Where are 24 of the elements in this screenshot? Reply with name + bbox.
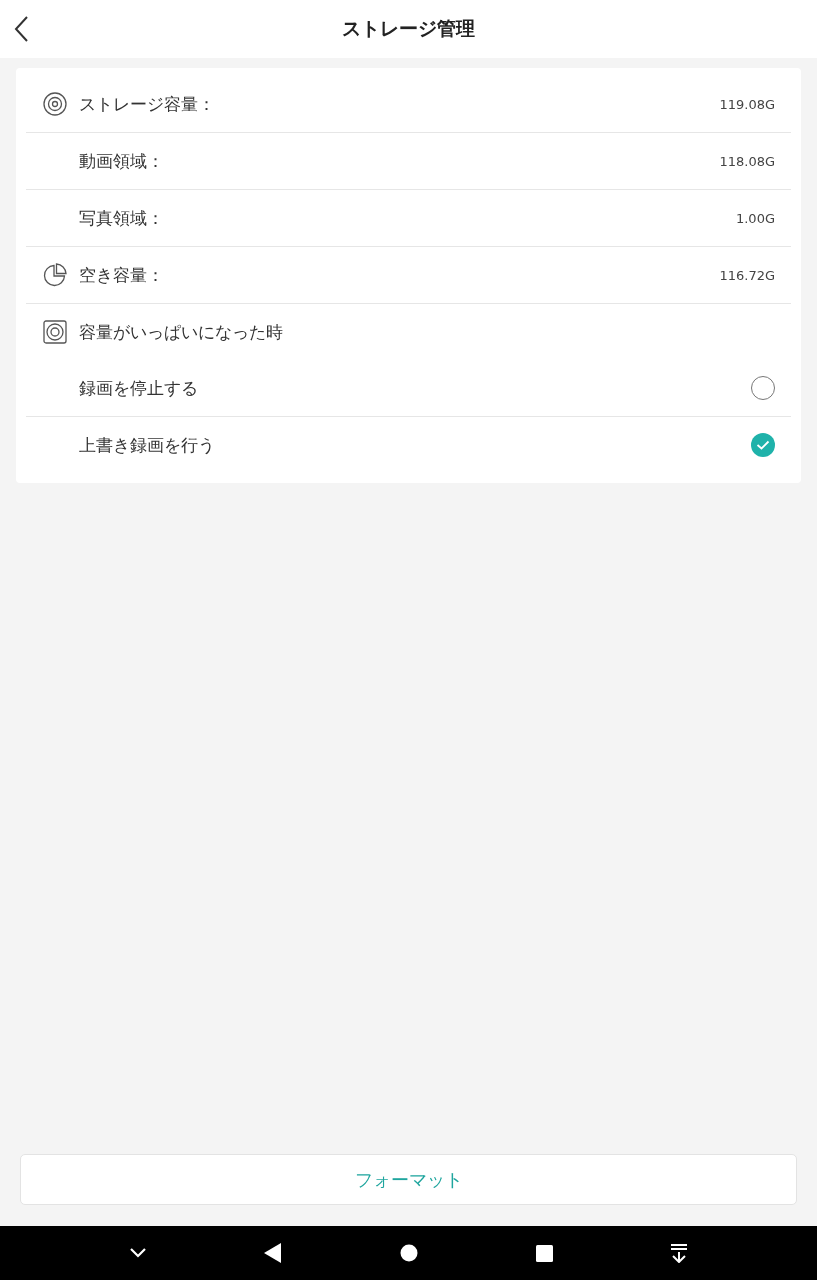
home-icon[interactable] bbox=[400, 1244, 418, 1262]
disc-icon bbox=[43, 92, 67, 116]
storage-label: 動画領域： bbox=[79, 149, 165, 173]
speaker-icon bbox=[43, 320, 67, 344]
page-title: ストレージ管理 bbox=[342, 16, 475, 41]
back-icon[interactable] bbox=[264, 1243, 283, 1263]
radio-button[interactable] bbox=[751, 433, 775, 457]
recents-icon[interactable] bbox=[535, 1244, 553, 1262]
storage-value: 116.72G bbox=[719, 267, 775, 283]
pie-chart-icon bbox=[43, 263, 67, 287]
radio-button[interactable] bbox=[751, 376, 775, 400]
option-label: 録画を停止する bbox=[79, 376, 199, 400]
option-label: 上書き録画を行う bbox=[79, 433, 216, 457]
chevron-down-icon[interactable] bbox=[128, 1247, 147, 1259]
section-heading: 容量がいっぱいになった時 bbox=[79, 320, 284, 344]
storage-value: 118.08G bbox=[719, 153, 775, 169]
storage-label: 写真領域： bbox=[79, 206, 165, 230]
storage-label: ストレージ容量： bbox=[79, 92, 216, 116]
format-button[interactable]: フォーマット bbox=[20, 1154, 797, 1205]
storage-value: 1.00G bbox=[735, 210, 775, 226]
notification-pull-icon[interactable] bbox=[670, 1243, 689, 1263]
check-icon bbox=[756, 440, 770, 450]
storage-value: 119.08G bbox=[719, 96, 775, 112]
storage-label: 空き容量： bbox=[79, 263, 165, 287]
